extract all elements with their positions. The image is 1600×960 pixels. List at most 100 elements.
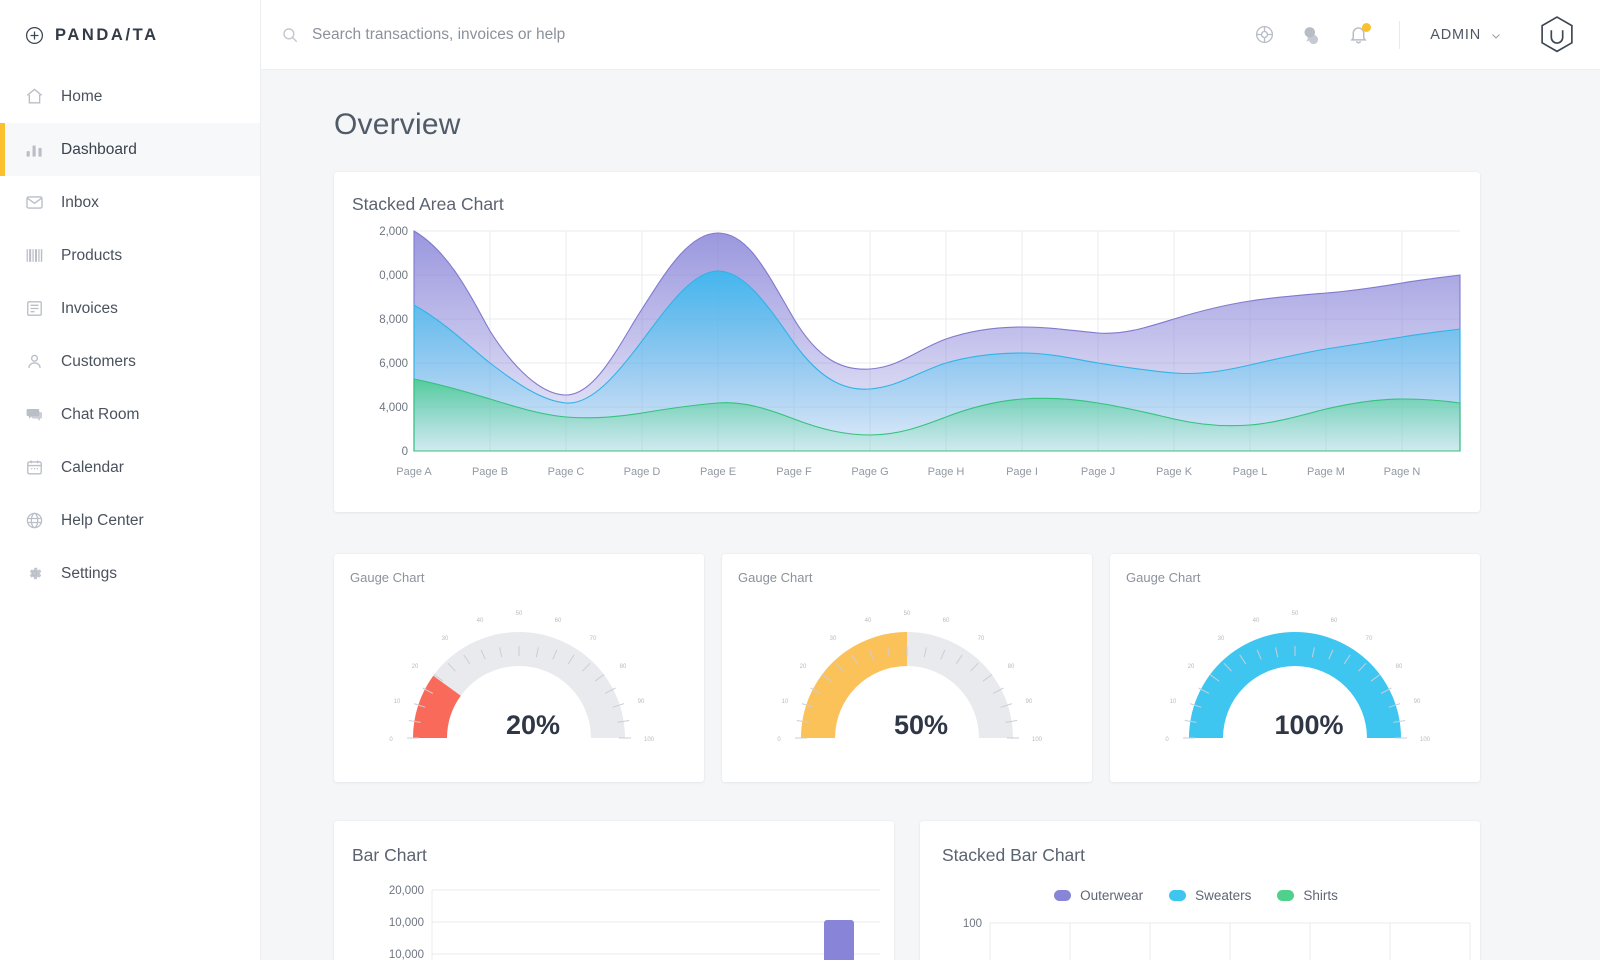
- x-tick: Page L: [1233, 466, 1268, 478]
- bar-chart-card: Bar Chart: [334, 821, 894, 960]
- divider: [1399, 21, 1400, 49]
- y-axis-labels: 20,000 10,000 10,000: [389, 885, 424, 960]
- x-tick: Page H: [928, 466, 965, 478]
- legend-item-sweaters[interactable]: Sweaters: [1169, 888, 1251, 903]
- gauge-chart-card-1: Gauge Chart: [334, 554, 704, 782]
- x-tick: Page F: [776, 466, 812, 478]
- envelope-icon: [25, 193, 44, 212]
- search-bar[interactable]: [281, 26, 1242, 44]
- brand-logo[interactable]: PANDA/TA: [0, 0, 260, 70]
- gauge-chart-card-2: Gauge Chart: [722, 554, 1092, 782]
- stacked-bar-chart-card: Stacked Bar Chart Outerwear Sweaters: [920, 821, 1480, 960]
- sidebar-item-customers[interactable]: Customers: [0, 335, 260, 388]
- gauge-tick: 20: [1188, 664, 1195, 670]
- chat-icon: [25, 405, 44, 424]
- legend-item-outerwear[interactable]: Outerwear: [1054, 888, 1143, 903]
- x-tick: Page B: [472, 466, 508, 478]
- search-input[interactable]: [312, 26, 1242, 44]
- gauge-tick: 90: [1414, 699, 1421, 705]
- home-icon: [25, 87, 44, 106]
- legend-label: Shirts: [1303, 888, 1338, 903]
- y-tick: 6,000: [379, 358, 408, 370]
- sidebar-item-home[interactable]: Home: [0, 70, 260, 123]
- card-title: Bar Chart: [352, 845, 894, 866]
- grid-vertical: [990, 923, 1470, 960]
- topbar-actions: ADMIN: [1254, 14, 1578, 56]
- gauge-chart-card-3: Gauge Chart: [1110, 554, 1480, 782]
- help-globe-icon[interactable]: [1254, 24, 1275, 45]
- sidebar-item-label: Calendar: [61, 459, 124, 477]
- legend-swatch: [1169, 890, 1186, 901]
- y-tick: 100: [963, 918, 982, 930]
- gauge-tick: 70: [978, 636, 985, 642]
- sidebar-item-label: Home: [61, 88, 102, 106]
- stacked-area-chart-card: Stacked Area Chart: [334, 172, 1480, 512]
- gauge-tick: 50: [1292, 611, 1299, 617]
- gauge-row: Gauge Chart: [334, 554, 1600, 782]
- bar-chart: 20,000 10,000 10,000: [352, 880, 894, 960]
- bar: [824, 920, 854, 960]
- sidebar-item-products[interactable]: Products: [0, 229, 260, 282]
- user-icon: [25, 352, 44, 371]
- gauge-tick: 80: [1396, 664, 1403, 670]
- avatar[interactable]: [1536, 14, 1578, 56]
- gauge-tick: 100: [1420, 737, 1431, 743]
- y-tick: 10,000: [389, 917, 424, 929]
- legend-swatch: [1277, 890, 1294, 901]
- legend-item-shirts[interactable]: Shirts: [1277, 888, 1338, 903]
- bar-chart-icon: [25, 140, 44, 159]
- sidebar-item-label: Inbox: [61, 194, 99, 212]
- notification-badge: [1362, 23, 1371, 32]
- gauge-tick: 0: [1165, 737, 1169, 743]
- gauge-tick: 0: [777, 737, 781, 743]
- bottom-row: Bar Chart: [334, 821, 1600, 960]
- gauge-tick: 50: [516, 611, 523, 617]
- gauge-tick: 80: [1008, 664, 1015, 670]
- gauge-tick: 10: [1170, 699, 1177, 705]
- card-title: Stacked Area Chart: [352, 194, 1480, 215]
- chart-legend: Outerwear Sweaters Shirts: [942, 888, 1480, 903]
- y-tick: 20,000: [389, 885, 424, 897]
- cards-container: Stacked Area Chart: [261, 142, 1600, 960]
- brand-name: PANDA/TA: [55, 26, 159, 45]
- gear-icon: [25, 564, 44, 583]
- topbar: ADMIN: [261, 0, 1600, 70]
- y-tick: 8,000: [379, 314, 408, 326]
- y-tick: 0,000: [379, 270, 408, 282]
- chat-bubble-icon[interactable]: [1301, 24, 1322, 45]
- sidebar-item-help-center[interactable]: Help Center: [0, 494, 260, 547]
- sidebar-item-dashboard[interactable]: Dashboard: [0, 123, 260, 176]
- sidebar-item-label: Help Center: [61, 512, 144, 530]
- sidebar-item-settings[interactable]: Settings: [0, 547, 260, 600]
- sidebar-item-label: Chat Room: [61, 406, 139, 424]
- y-tick: 10,000: [389, 949, 424, 960]
- gauge-tick: 60: [555, 618, 562, 624]
- app-root: PANDA/TA Home Dashboard: [0, 0, 1600, 960]
- x-tick: Page K: [1156, 466, 1193, 478]
- gauge-tick: 30: [1218, 636, 1225, 642]
- y-tick: 0: [402, 446, 408, 458]
- y-axis-labels: 2,000 0,000 8,000 6,000 4,000 0: [379, 226, 408, 458]
- gauge-tick: 20: [412, 664, 419, 670]
- calendar-icon: [25, 458, 44, 477]
- gauge-chart-1: 0 10 20 30 40 50 60 70 80: [334, 588, 704, 778]
- sidebar-item-label: Products: [61, 247, 122, 265]
- x-axis-labels: Page A Page B Page C Page D Page E Page …: [396, 466, 1420, 478]
- gauge-tick: 40: [477, 618, 484, 624]
- sidebar-item-calendar[interactable]: Calendar: [0, 441, 260, 494]
- gauge-value: 100%: [1274, 710, 1343, 740]
- sidebar-item-chat-room[interactable]: Chat Room: [0, 388, 260, 441]
- sidebar-item-invoices[interactable]: Invoices: [0, 282, 260, 335]
- gauge-tick: 30: [830, 636, 837, 642]
- gauge-tick: 40: [1253, 618, 1260, 624]
- gauge-chart-3: 0 10 20 30 40 50 60 70 80: [1110, 588, 1480, 778]
- sidebar-item-inbox[interactable]: Inbox: [0, 176, 260, 229]
- card-title: Stacked Bar Chart: [942, 845, 1480, 866]
- gauge-tick: 100: [1032, 737, 1043, 743]
- card-title: Gauge Chart: [738, 570, 1092, 585]
- gauge-tick: 0: [389, 737, 393, 743]
- admin-menu[interactable]: ADMIN: [1430, 27, 1502, 43]
- gauge-tick: 90: [638, 699, 645, 705]
- bell-icon[interactable]: [1348, 24, 1369, 45]
- page-content: Overview Stacked Area Chart: [261, 70, 1600, 960]
